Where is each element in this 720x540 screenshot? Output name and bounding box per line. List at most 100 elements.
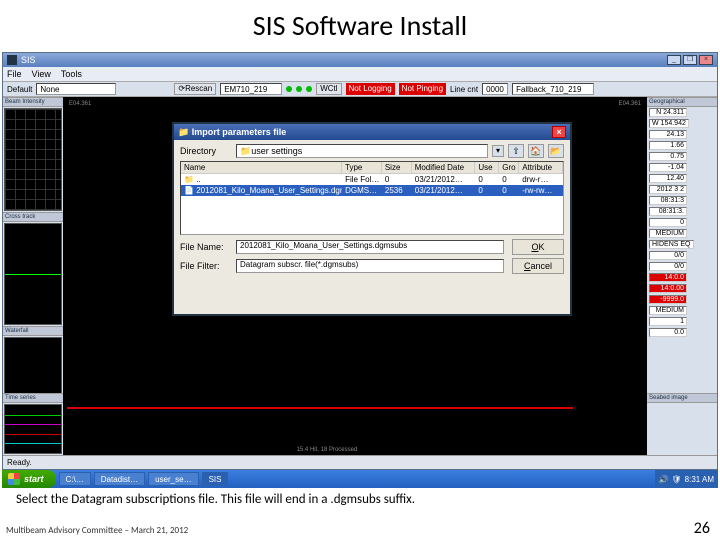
directory-label: Directory <box>180 146 232 156</box>
not-logging: Not Logging <box>346 83 395 95</box>
dialog-titlebar[interactable]: 📁 Import parameters file × <box>174 124 570 140</box>
task-item-3[interactable]: user_se… <box>148 472 198 486</box>
filename-label: File Name: <box>180 242 232 252</box>
right-header-1: Geographical <box>647 97 717 107</box>
panel-beam[interactable] <box>4 108 62 211</box>
maximize-button[interactable]: ❐ <box>683 55 697 65</box>
folder-icon: 📁 <box>178 127 189 138</box>
default-field[interactable]: None <box>36 83 116 95</box>
filename-input[interactable]: 2012081_Kilo_Moana_User_Settings.dgmsubs <box>236 240 504 254</box>
windows-logo-icon <box>8 473 20 485</box>
home-button[interactable]: 🏠 <box>528 144 544 158</box>
file-row-parent[interactable]: 📁 .. File Fol… 0 03/21/2012… 0 0 drw-r… <box>181 174 563 185</box>
task-item-sis[interactable]: SIS <box>202 472 229 486</box>
task-item-1[interactable]: C:\… <box>59 472 91 486</box>
wctl-button[interactable]: WCtl <box>316 83 341 95</box>
rescan-button[interactable]: ⟳Rescan <box>174 83 216 95</box>
val-9: 08:31:3 <box>649 196 687 205</box>
menu-view[interactable]: View <box>32 69 51 79</box>
start-button[interactable]: start <box>2 470 56 488</box>
val-14: 0/0 <box>649 251 687 260</box>
ok-button[interactable]: OK <box>512 239 564 255</box>
seabed-plot[interactable]: 15.4 Hit, 18 Processed <box>63 393 647 455</box>
folder-icon: 📁 <box>184 175 194 184</box>
val-16: MEDIUM <box>649 306 687 315</box>
val-3: 24.13 <box>649 130 687 139</box>
titlebar[interactable]: SIS _ ❐ × <box>3 53 717 67</box>
cancel-button[interactable]: Cancel <box>512 258 564 274</box>
status-text: Ready. <box>7 458 32 467</box>
timeseries-header[interactable]: Time series <box>3 393 63 403</box>
clock: 8:31 AM <box>685 475 714 484</box>
minimize-button[interactable]: _ <box>667 55 681 65</box>
filefilter-label: File Filter: <box>180 261 232 271</box>
col-type[interactable]: Type <box>342 162 382 173</box>
import-dialog: 📁 Import parameters file × Directory 📁 u… <box>172 122 572 316</box>
val-12: MEDIUM <box>649 229 687 238</box>
directory-select[interactable]: 📁 user settings <box>236 144 488 158</box>
seabed-line <box>67 407 573 409</box>
slide-caption: Select the Datagram subscriptions file. … <box>16 492 704 507</box>
task-item-2[interactable]: Datadist… <box>94 472 145 486</box>
toolbar: Default None ⟳Rescan EM710_219 WCtl Not … <box>3 81 717 97</box>
panel-waterfall-header[interactable]: Waterfall <box>3 326 63 336</box>
panel-beam-header[interactable]: Beam Intensity <box>3 97 63 107</box>
timeseries-chart[interactable] <box>4 404 62 454</box>
file-icon: 📄 <box>184 186 194 195</box>
col-attr[interactable]: Attribute <box>519 162 563 173</box>
system-tray[interactable]: 🔊 🛡 8:31 AM <box>655 470 718 488</box>
slide-pagenum: 26 <box>694 519 710 538</box>
app-icon <box>7 55 17 65</box>
val-11: 0 <box>649 218 687 227</box>
linecnt-field: 0000 <box>482 83 508 95</box>
panel-cross-header[interactable]: Cross track <box>3 212 63 222</box>
new-folder-button[interactable]: 📂 <box>548 144 564 158</box>
slide-title: SIS Software Install <box>0 0 720 47</box>
tray-icon[interactable]: 🔊 <box>659 475 669 484</box>
val-17: 1 <box>649 317 687 326</box>
seabed-header: Seabed image <box>647 393 717 403</box>
statusbar: Ready. <box>3 455 717 469</box>
val-r2: 14:0.00 <box>649 284 687 293</box>
not-pinging: Not Pinging <box>399 83 446 95</box>
file-list[interactable]: Name Type Size Modified Date Use Gro Att… <box>180 161 564 235</box>
filefilter-select[interactable]: Datagram subscr. file(*.dgmsubs) <box>236 259 504 273</box>
val-15: 0/0 <box>649 262 687 271</box>
tray-icon[interactable]: 🛡 <box>671 475 681 484</box>
left-panels: Beam Intensity Cross track Waterfall <box>3 97 63 441</box>
val-8: 2012 3 2 <box>649 185 687 194</box>
col-size[interactable]: Size <box>382 162 412 173</box>
bottom-strip: Time series 15.4 Hit, 18 Processed Seabe… <box>3 393 717 455</box>
directory-dropdown-icon[interactable]: ▾ <box>492 145 504 157</box>
col-gro[interactable]: Gro <box>499 162 519 173</box>
val-r3: -9999.0 <box>649 295 687 304</box>
val-6: -1.04 <box>649 163 687 172</box>
coord-tr: E04.361 <box>619 101 641 107</box>
fallback-field[interactable]: Fallback_710_219 <box>512 83 594 95</box>
status-dot-1 <box>286 86 292 92</box>
dialog-close-button[interactable]: × <box>552 126 566 138</box>
linecnt-label: Line cnt <box>450 85 478 94</box>
panel-cross[interactable] <box>4 223 62 326</box>
val-18: 0.0 <box>649 328 687 337</box>
dialog-title: Import parameters file <box>192 127 287 137</box>
val-r1: 14:0.0 <box>649 273 687 282</box>
col-use[interactable]: Use <box>475 162 499 173</box>
file-row-selected[interactable]: 📄 2012081_Kilo_Moana_User_Settings.dgmsu… <box>181 185 563 196</box>
seabed-info: 15.4 Hit, 18 Processed <box>297 447 358 453</box>
up-dir-button[interactable]: ⇧ <box>508 144 524 158</box>
menu-file[interactable]: File <box>7 69 22 79</box>
ship-field[interactable]: EM710_219 <box>220 83 282 95</box>
status-dot-3 <box>306 86 312 92</box>
right-panels: Geographical N 24.311 W 154.942 24.13 1.… <box>647 97 717 441</box>
val-13: HIDENS EQ <box>649 240 694 249</box>
menu-tools[interactable]: Tools <box>61 69 82 79</box>
close-button[interactable]: × <box>699 55 713 65</box>
val-10: 08:31:3. <box>649 207 687 216</box>
val-lat: N 24.311 <box>649 108 687 117</box>
coord-tl: E04.361 <box>69 101 91 107</box>
file-list-header[interactable]: Name Type Size Modified Date Use Gro Att… <box>181 162 563 174</box>
windows-taskbar: start C:\… Datadist… user_se… SIS 🔊 🛡 8:… <box>2 470 718 488</box>
col-date[interactable]: Modified Date <box>412 162 476 173</box>
col-name[interactable]: Name <box>181 162 342 173</box>
